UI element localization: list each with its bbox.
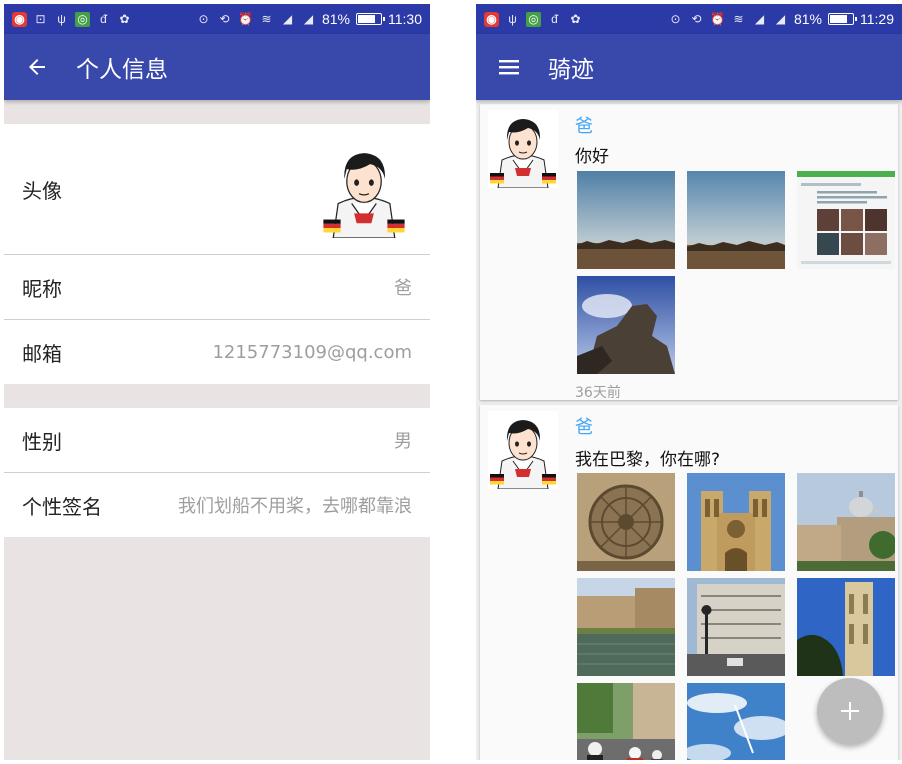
rotation-icon: ⟲: [219, 11, 230, 26]
post-photo[interactable]: [577, 276, 675, 374]
avatar[interactable]: [316, 142, 412, 238]
rose-window-photo: [577, 473, 675, 571]
signature-row[interactable]: 个性签名 我们划船不用桨，去哪都靠浪: [4, 473, 430, 537]
back-button[interactable]: [4, 34, 70, 100]
post-card[interactable]: 爸 你好 36天前: [480, 104, 898, 401]
android-debug-icon: ✿: [119, 11, 130, 26]
page-title: 个人信息: [76, 57, 168, 83]
post-photo[interactable]: [687, 683, 785, 760]
netease-music-icon: ◉: [12, 11, 27, 27]
netease-music-icon: ◉: [484, 11, 499, 27]
status-bar: ◉ ψ ◎ ᵭ ✿ ⊙ ⟲ ⏰ ≋ ◢ ◢ 81% 11:29: [476, 4, 902, 34]
sculpture-photo: [577, 276, 675, 374]
app-bar: 骑迹: [476, 34, 902, 100]
screenshot-icon: ⊡: [35, 11, 46, 26]
signature-label: 个性签名: [22, 494, 102, 519]
avatar[interactable]: [488, 411, 558, 489]
avatar-image: [488, 110, 558, 188]
post-photo[interactable]: [797, 473, 895, 571]
location-icon: ⊙: [198, 11, 209, 26]
nickname-label: 昵称: [22, 276, 62, 301]
post-username[interactable]: 爸: [575, 413, 593, 439]
city-skyline-photo: [577, 171, 675, 269]
signal-icon: ◢: [754, 11, 765, 26]
alarm-icon: ⏰: [709, 11, 725, 26]
page-title: 骑迹: [548, 57, 594, 83]
wifi-icon: ≋: [261, 11, 272, 26]
profile-section-main: 头像 昵称 爸 邮箱 1215773109@qq.com: [4, 124, 430, 384]
alarm-icon: ⏰: [237, 11, 253, 26]
profile-section-extra: 性别 男 个性签名 我们划船不用桨，去哪都靠浪: [4, 408, 430, 537]
avatar[interactable]: [488, 110, 558, 188]
app-bar: 个人信息: [4, 34, 430, 100]
street-scooters-photo: [577, 683, 675, 760]
post-timestamp: 36天前: [575, 385, 621, 401]
gender-value: 男: [394, 431, 412, 452]
signal-icon: ◢: [282, 11, 293, 26]
gender-row[interactable]: 性别 男: [4, 408, 430, 472]
avatar-label: 头像: [22, 178, 62, 203]
post-photo[interactable]: [797, 171, 895, 269]
post-photo[interactable]: [687, 578, 785, 676]
notre-dame-photo: [687, 473, 785, 571]
feed-screen: ◉ ψ ◎ ᵭ ✿ ⊙ ⟲ ⏰ ≋ ◢ ◢ 81% 11:29 骑迹 爸 你好 …: [476, 4, 902, 760]
avatar-image: [320, 142, 408, 238]
wifi-icon: ≋: [733, 11, 744, 26]
menu-icon: [499, 60, 519, 75]
android-debug-icon: ✿: [570, 11, 581, 26]
email-value: 1215773109@qq.com: [212, 341, 412, 363]
back-arrow-icon: [29, 59, 45, 75]
email-row[interactable]: 邮箱 1215773109@qq.com: [4, 320, 430, 384]
nickname-row[interactable]: 昵称 爸: [4, 255, 430, 319]
city-skyline-photo: [687, 171, 785, 269]
post-photo[interactable]: [577, 578, 675, 676]
battery-percent: 81%: [321, 11, 350, 27]
post-username[interactable]: 爸: [575, 112, 593, 138]
post-photo[interactable]: [797, 578, 895, 676]
post-text: 你好: [575, 147, 609, 167]
baidu-icon: ᵭ: [551, 11, 558, 26]
add-post-button[interactable]: [817, 678, 883, 744]
rotation-icon: ⟲: [691, 11, 702, 26]
signal-icon: ◢: [775, 11, 786, 26]
camera-app-icon: ◎: [75, 11, 90, 27]
clock: 11:29: [860, 11, 894, 27]
post-photo[interactable]: [687, 171, 785, 269]
battery-icon: [356, 13, 385, 25]
location-icon: ⊙: [670, 11, 681, 26]
gender-label: 性别: [22, 429, 62, 454]
battery-percent: 81%: [793, 11, 822, 27]
email-label: 邮箱: [22, 341, 62, 366]
profile-screen: ◉ ⊡ ψ ◎ ᵭ ✿ ⊙ ⟲ ⏰ ≋ ◢ ◢ 81% 11:30 个人信息 头…: [4, 4, 430, 760]
baidu-icon: ᵭ: [100, 11, 107, 26]
post-photo[interactable]: [577, 683, 675, 760]
usb-icon: ψ: [57, 11, 66, 26]
paris-street-photo: [687, 578, 785, 676]
sky-plane-photo: [687, 683, 785, 760]
signature-value: 我们划船不用桨，去哪都靠浪: [178, 496, 412, 517]
battery-icon: [828, 13, 857, 25]
usb-icon: ψ: [508, 11, 517, 26]
seine-river-photo: [577, 578, 675, 676]
avatar-image: [488, 411, 558, 489]
tower-photo: [797, 578, 895, 676]
nickname-value: 爸: [394, 278, 412, 299]
dome-photo: [797, 473, 895, 571]
signal-icon: ◢: [303, 11, 314, 26]
clock: 11:30: [388, 11, 422, 27]
status-bar: ◉ ⊡ ψ ◎ ᵭ ✿ ⊙ ⟲ ⏰ ≋ ◢ ◢ 81% 11:30: [4, 4, 430, 34]
plus-icon: [841, 702, 859, 720]
post-text: 我在巴黎，你在哪?: [575, 450, 721, 470]
post-photo[interactable]: [577, 473, 675, 571]
menu-button[interactable]: [476, 34, 542, 100]
post-photo[interactable]: [577, 171, 675, 269]
camera-app-icon: ◎: [526, 11, 541, 27]
chat-screenshot-photo: [797, 171, 895, 269]
post-photo[interactable]: [687, 473, 785, 571]
